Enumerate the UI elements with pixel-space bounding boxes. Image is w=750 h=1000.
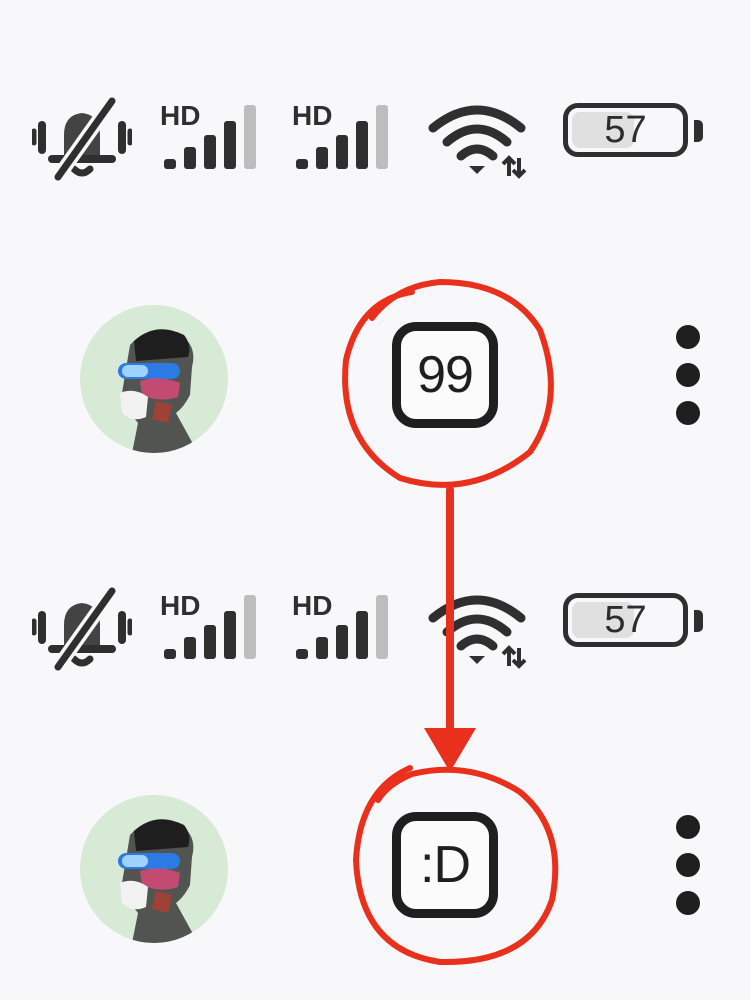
signal-hd-icon: HD (292, 590, 388, 659)
more-vertical-icon[interactable] (668, 815, 708, 915)
status-bar: HD HD 57 (0, 95, 750, 185)
battery-tip (694, 120, 703, 142)
app-icon-label: :D (420, 836, 471, 894)
panel-after: HD HD 57:D (0, 490, 750, 990)
battery-tip (694, 610, 703, 632)
bell-muted-vibrate-icon (32, 95, 132, 184)
app-icon[interactable]: 99 (392, 322, 498, 428)
wifi-icon (428, 105, 527, 179)
status-bar: HD HD 57 (0, 585, 750, 675)
signal-hd-icon: HD (292, 100, 388, 169)
avatar[interactable] (80, 305, 228, 453)
battery-level: 57 (604, 598, 647, 641)
hd-label: HD (292, 100, 332, 131)
avatar[interactable] (80, 795, 228, 943)
app-icon[interactable]: :D (392, 812, 498, 918)
battery-icon: 57 (563, 103, 688, 157)
battery-level: 57 (604, 108, 647, 151)
avatar-image (80, 795, 228, 943)
bell-muted-vibrate-icon (32, 585, 132, 674)
avatar-image (80, 305, 228, 453)
hd-label: HD (160, 590, 200, 621)
hd-label: HD (160, 100, 200, 131)
signal-hd-icon: HD (160, 100, 256, 169)
signal-hd-icon: HD (160, 590, 256, 659)
wifi-icon (428, 595, 527, 669)
app-icon-label: 99 (417, 346, 474, 404)
battery-icon: 57 (563, 593, 688, 647)
hd-label: HD (292, 590, 332, 621)
more-vertical-icon[interactable] (668, 325, 708, 425)
panel-before: HD HD 57 99 (0, 0, 750, 500)
